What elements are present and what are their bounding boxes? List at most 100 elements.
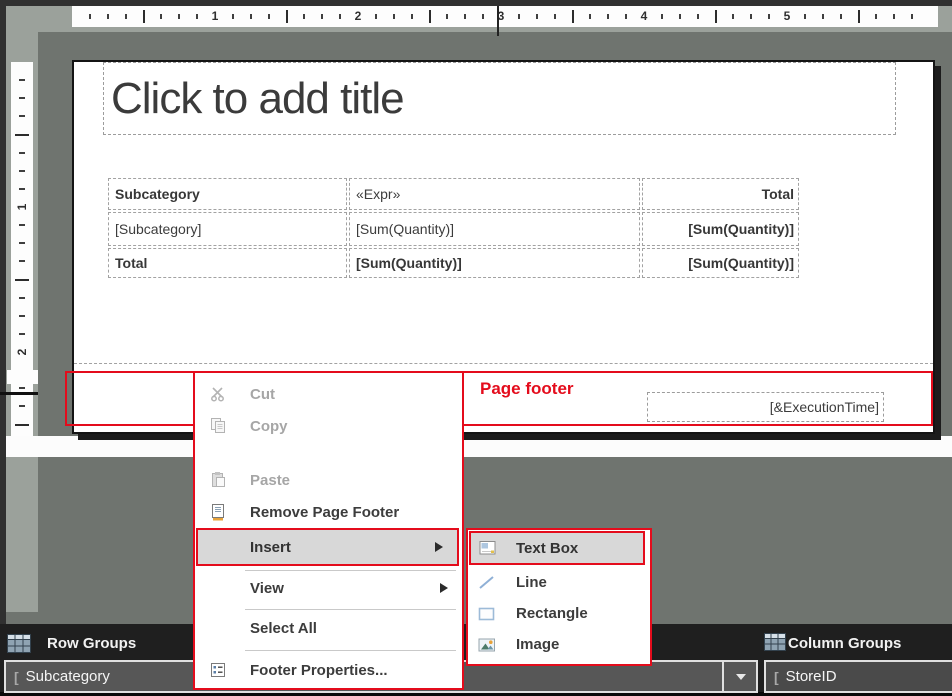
tablix-total-row: Total [Sum(Quantity)] [Sum(Quantity)] [108, 248, 799, 278]
tablix-table: Subcategory «Expr» Total [Subcategory] [… [106, 176, 801, 280]
column-group-item-label: StoreID [786, 668, 837, 685]
tablix-cell-subcategory-field[interactable]: [Subcategory] [108, 212, 347, 246]
menu-item-cut[interactable]: Cut [195, 379, 462, 409]
menu-separator [245, 650, 456, 651]
ruler-tick [411, 14, 413, 19]
menu-item-select-all[interactable]: Select All [195, 613, 462, 643]
ruler-tick [19, 79, 25, 81]
ruler-tick [375, 14, 377, 19]
ruler-tick [19, 297, 25, 299]
ruler-tick [196, 14, 198, 19]
ruler-cursor-line [497, 6, 499, 36]
menu-item-copy[interactable]: Copy [195, 411, 462, 441]
submenu-item-line[interactable]: Line [468, 567, 650, 598]
ruler-tick [15, 424, 29, 426]
ruler-number: 2 [355, 9, 362, 23]
tablix-cell-total-sum[interactable]: [Sum(Quantity)] [349, 248, 640, 278]
tablix-cell-total-label[interactable]: Total [108, 248, 347, 278]
ruler-tick [143, 10, 145, 23]
ruler-tick [679, 14, 681, 19]
ruler-tick [89, 14, 91, 19]
footer-ruler-gap [7, 370, 38, 384]
row-group-item-label: Subcategory [26, 668, 110, 685]
ruler-tick [715, 10, 717, 23]
ruler-tick [840, 14, 842, 19]
ruler-tick [232, 14, 234, 19]
ruler-number: 2 [15, 345, 29, 359]
ruler-tick [750, 14, 752, 19]
line-icon [476, 573, 498, 593]
rectangle-icon [476, 604, 498, 624]
ruler-tick [875, 14, 877, 19]
menu-item-view[interactable]: View [195, 573, 462, 603]
submenu-item-image[interactable]: Image [468, 629, 650, 660]
tablix-header-row: Subcategory «Expr» Total [108, 178, 799, 210]
submenu-item-rectangle[interactable]: Rectangle [468, 598, 650, 629]
ruler-tick [160, 14, 162, 19]
context-menu: Cut Copy Paste Remove Page Footer Insert [193, 371, 464, 690]
tablix-cell-subcategory-header[interactable]: Subcategory [108, 178, 347, 210]
ruler-tick [19, 387, 25, 389]
tablix-data-row: [Subcategory] [Sum(Quantity)] [Sum(Quant… [108, 212, 799, 246]
tablix-cell-total-header[interactable]: Total [642, 178, 799, 210]
ruler-tick [19, 188, 25, 190]
ruler-number: 1 [15, 200, 29, 214]
ruler-tick [393, 14, 395, 19]
ruler-tick [286, 10, 288, 23]
paste-icon [206, 469, 230, 491]
ruler-tick [536, 14, 538, 19]
tablix-cell-sum-quantity-total[interactable]: [Sum(Quantity)] [642, 212, 799, 246]
ruler-tick [768, 14, 770, 19]
ruler-tick [572, 10, 574, 23]
ruler-number: 1 [212, 9, 219, 23]
chevron-down-icon [736, 674, 746, 680]
ruler-tick [607, 14, 609, 19]
ruler-tick [19, 315, 25, 317]
tablix-cell-grand-total-sum[interactable]: [Sum(Quantity)] [642, 248, 799, 278]
ruler-tick [19, 224, 25, 226]
menu-separator [245, 570, 456, 571]
ruler-tick [19, 97, 25, 99]
column-group-item-storeid[interactable]: [ StoreID [764, 660, 952, 693]
ruler-tick [303, 14, 305, 19]
tablix-cell-expr-header[interactable]: «Expr» [349, 178, 640, 210]
ruler-tick [446, 14, 448, 19]
menu-item-insert[interactable]: Insert [196, 528, 459, 566]
menu-item-paste[interactable]: Paste [195, 465, 462, 495]
ruler-tick [554, 14, 556, 19]
ruler-tick [19, 260, 25, 262]
ruler-tick [518, 14, 520, 19]
menu-item-footer-properties[interactable]: Footer Properties... [195, 655, 462, 685]
ruler-tick [250, 14, 252, 19]
tablix-cell-sum-quantity[interactable]: [Sum(Quantity)] [349, 212, 640, 246]
ruler-tick [482, 14, 484, 19]
footer-properties-icon [206, 659, 230, 681]
scissors-icon [206, 383, 230, 405]
ruler-tick [268, 14, 270, 19]
submenu-item-text-box[interactable]: Text Box [469, 531, 645, 565]
insert-submenu: Text Box Line Rectangle Image [466, 528, 652, 666]
ruler-tick [15, 134, 29, 136]
ruler-number: 4 [641, 9, 648, 23]
page-footer-boundary [74, 363, 933, 364]
ruler-tick [19, 152, 25, 154]
ruler-tick [19, 115, 25, 117]
image-icon [476, 635, 498, 655]
submenu-arrow-icon [440, 583, 448, 593]
page-footer-annotation-label: Page footer [480, 379, 574, 399]
textbox-icon [477, 538, 499, 558]
ruler-tick [339, 14, 341, 19]
group-bracket-icon: [ [14, 669, 19, 685]
ruler-tick [19, 405, 25, 407]
ruler-tick [19, 170, 25, 172]
column-groups-icon [764, 633, 786, 656]
ruler-tick [15, 279, 29, 281]
ruler-tick [822, 14, 824, 19]
ruler-tick [911, 14, 913, 19]
menu-separator [245, 609, 456, 610]
row-groups-header: Row Groups [47, 635, 136, 652]
menu-item-remove-page-footer[interactable]: Remove Page Footer [195, 497, 462, 527]
report-title-placeholder[interactable]: Click to add title [103, 62, 896, 135]
copy-icon [206, 415, 230, 437]
group-item-dropdown-button[interactable] [726, 662, 756, 691]
